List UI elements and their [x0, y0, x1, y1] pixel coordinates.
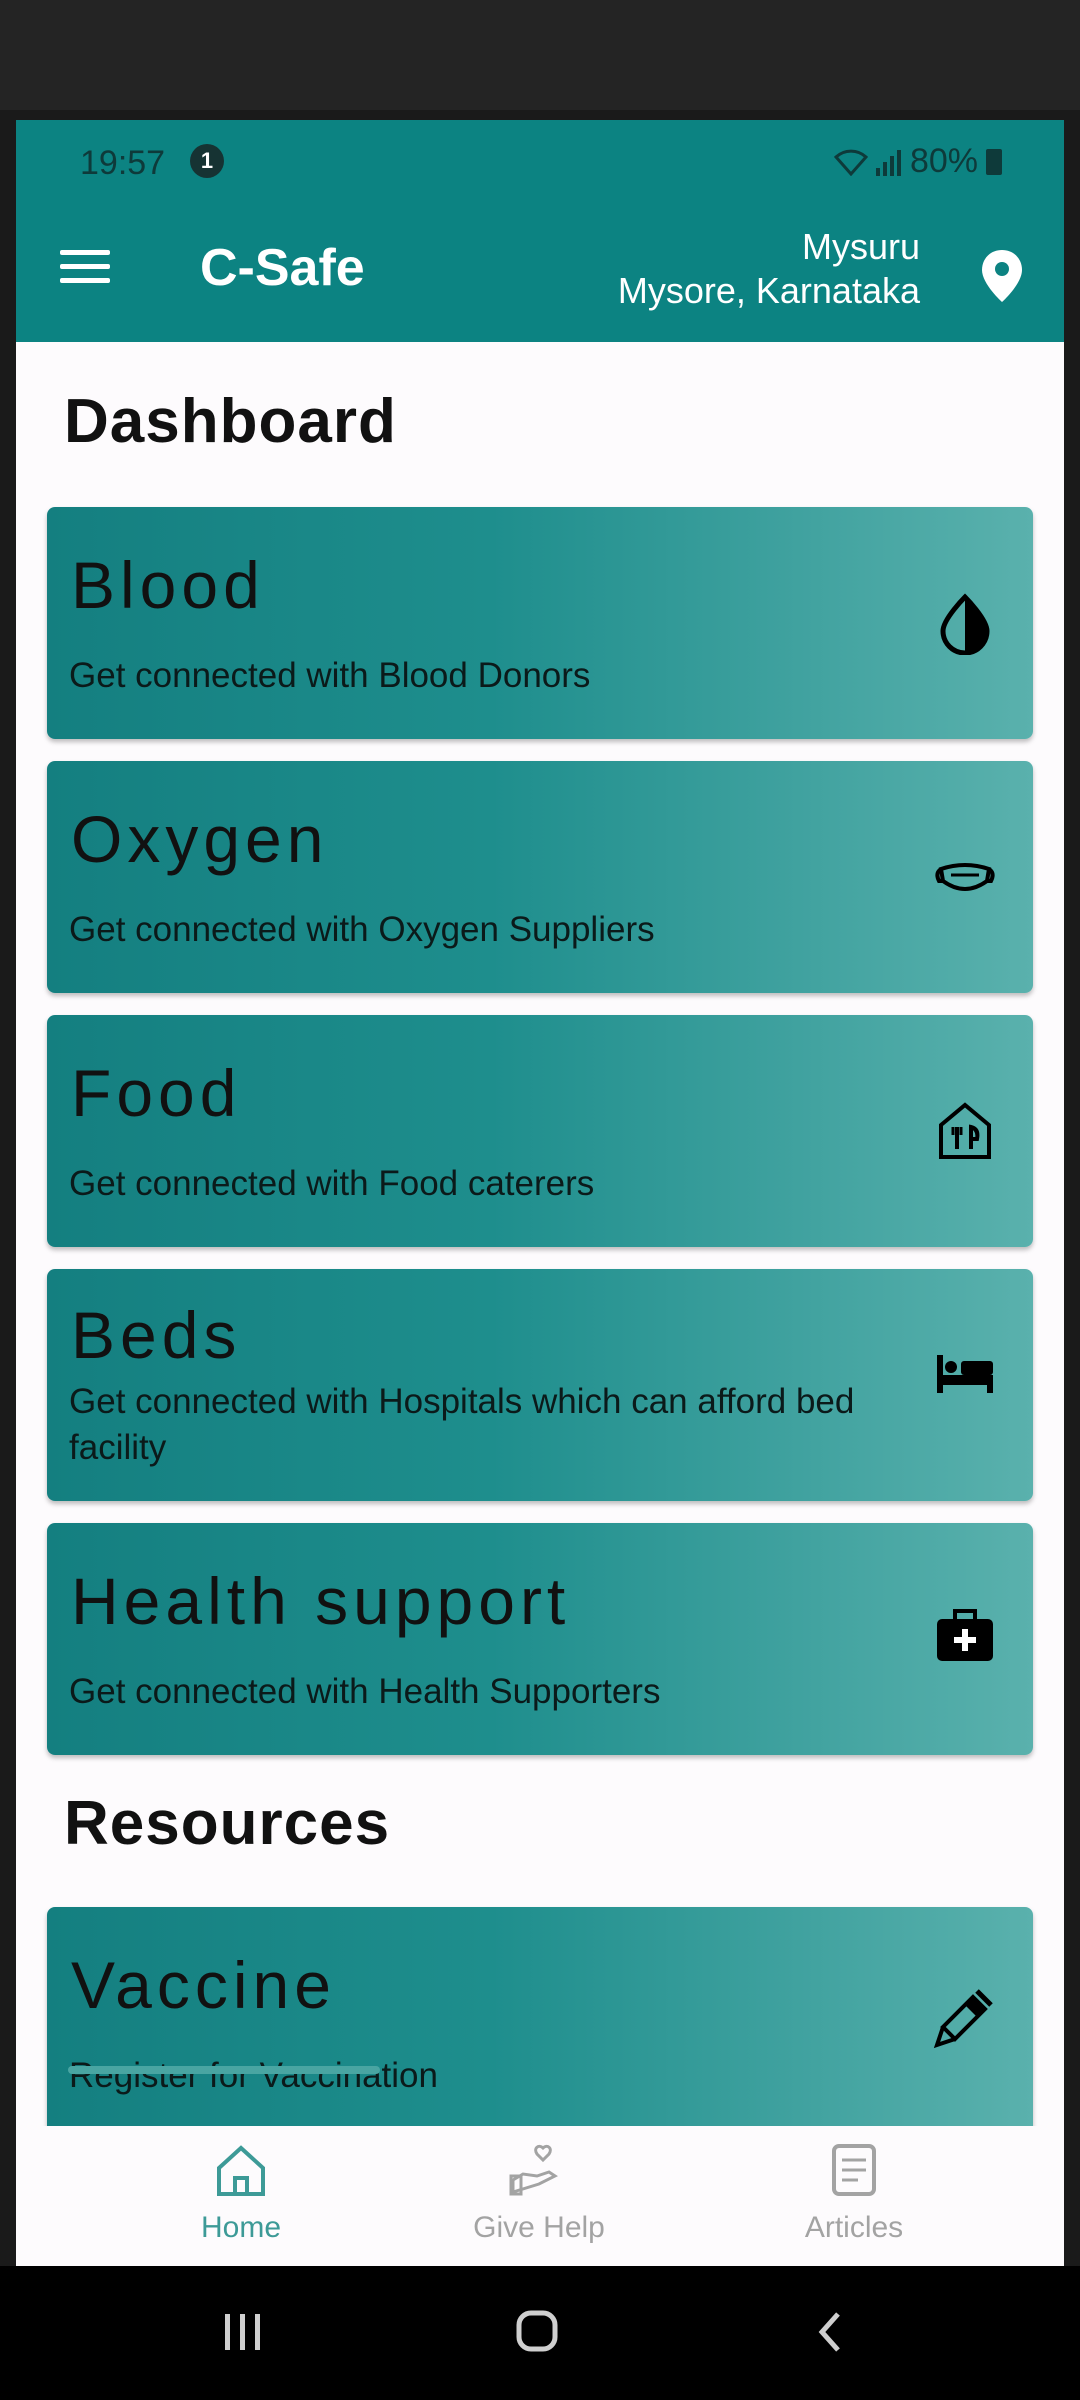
- location-pin-icon[interactable]: [980, 248, 1024, 304]
- dashboard-title: Dashboard: [64, 387, 397, 456]
- card-title: Oxygen: [71, 802, 329, 876]
- card-blood[interactable]: Blood Get connected with Blood Donors: [47, 507, 1033, 739]
- syringe-icon: [933, 1989, 993, 2049]
- give-help-icon: [509, 2144, 558, 2196]
- medical-kit-icon: [937, 1609, 993, 1661]
- card-oxygen[interactable]: Oxygen Get connected with Oxygen Supplie…: [47, 761, 1033, 993]
- battery-percent: 80%: [909, 142, 978, 180]
- nav-label: Home: [200, 2211, 282, 2244]
- card-vaccine[interactable]: Vaccine Register for Vaccination: [47, 1907, 1033, 2126]
- bottom-nav: Home Give Help Articles: [16, 2126, 1064, 2266]
- card-subtitle: Get connected with Hospitals which can a…: [69, 1382, 855, 1467]
- card-title: Health support: [71, 1564, 571, 1638]
- card-beds[interactable]: Beds Get connected with Hospitals which …: [47, 1269, 1033, 1501]
- location-city[interactable]: Mysuru: [802, 226, 920, 268]
- content-area: Dashboard Blood Get connected with Blood…: [16, 342, 1064, 2126]
- nav-label: Articles: [804, 2211, 904, 2244]
- mask-icon: [935, 863, 995, 891]
- card-health-support[interactable]: Health support Get connected with Health…: [47, 1523, 1033, 1755]
- app-bar: 19:57 1 80% C-Safe Mysuru Mysore, Karnat…: [16, 120, 1064, 342]
- home-button-icon[interactable]: [514, 2308, 560, 2354]
- card-title: Beds: [71, 1298, 242, 1372]
- signal-icon: [875, 149, 901, 176]
- recents-icon[interactable]: [222, 2310, 264, 2354]
- nav-label: Give Help: [473, 2211, 605, 2244]
- card-title: Blood: [71, 548, 265, 622]
- location-state[interactable]: Mysore, Karnataka: [618, 270, 920, 312]
- nav-give-help[interactable]: Give Help: [419, 2140, 659, 2245]
- card-subtitle: Register for Vaccination: [69, 2056, 438, 2095]
- nav-articles[interactable]: Articles: [734, 2140, 974, 2245]
- bed-icon: [937, 1355, 993, 1393]
- nav-home[interactable]: Home: [121, 2140, 361, 2245]
- wifi-icon: [833, 149, 868, 176]
- notification-badge: 1: [190, 144, 224, 178]
- articles-icon: [832, 2144, 876, 2196]
- app-title: C-Safe: [200, 239, 365, 297]
- battery-icon: [986, 148, 1002, 175]
- top-bezel: [0, 0, 1080, 110]
- home-icon: [217, 2145, 265, 2196]
- card-title: Food: [71, 1056, 242, 1130]
- status-time: 19:57: [80, 144, 166, 182]
- blood-drop-icon: [940, 593, 990, 655]
- resources-title: Resources: [64, 1789, 391, 1858]
- system-nav-bar: [0, 2266, 1080, 2400]
- back-icon[interactable]: [814, 2310, 844, 2354]
- scroll-indicator: [68, 2066, 380, 2074]
- status-right: 80%: [833, 142, 1002, 181]
- card-food[interactable]: Food Get connected with Food caterers: [47, 1015, 1033, 1247]
- card-subtitle: Get connected with Blood Donors: [69, 656, 591, 695]
- card-subtitle: Get connected with Health Supporters: [69, 1672, 661, 1711]
- card-subtitle: Get connected with Food caterers: [69, 1164, 595, 1203]
- menu-icon[interactable]: [60, 250, 110, 288]
- food-house-icon: [939, 1102, 991, 1159]
- card-subtitle: Get connected with Oxygen Suppliers: [69, 910, 655, 949]
- card-title: Vaccine: [71, 1948, 336, 2022]
- app-screen: 19:57 1 80% C-Safe Mysuru Mysore, Karnat…: [16, 120, 1064, 2266]
